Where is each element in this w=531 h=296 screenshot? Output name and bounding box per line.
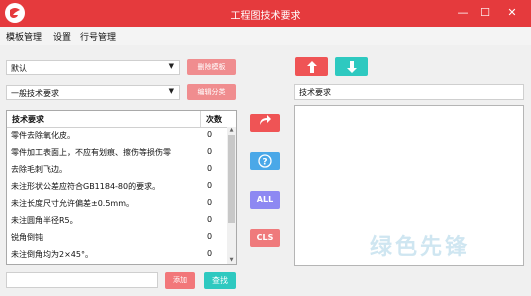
close-button[interactable]: ✕ xyxy=(504,5,520,21)
chevron-down-icon: ▼ xyxy=(168,62,174,70)
template-select-value: 默认 xyxy=(11,64,27,73)
menu-settings[interactable]: 设置 xyxy=(53,30,71,43)
row-requirement: 未注圆角半径R5。 xyxy=(11,216,78,225)
row-requirement: 零件去除氧化皮。 xyxy=(11,131,75,140)
row-requirement: 未注长度尺寸允许偏差±0.5mm。 xyxy=(11,199,135,208)
header-requirement: 技术要求 xyxy=(12,115,44,124)
requirements-table: 技术要求 次数 零件去除氧化皮。 0 零件加工表面上，不应有划痕、擦伤等损伤零 … xyxy=(6,110,237,265)
row-count: 0 xyxy=(207,147,213,156)
delete-template-button[interactable]: 删除模板 xyxy=(187,59,236,75)
table-row[interactable]: 锐角倒钝 0 xyxy=(7,230,227,245)
template-select[interactable]: 默认 ▼ xyxy=(6,60,180,75)
table-row[interactable]: 未注倒角均为2×45°。 0 xyxy=(7,247,227,262)
scroll-down-icon[interactable]: ▼ xyxy=(227,257,236,264)
question-icon: ? xyxy=(258,154,272,170)
move-up-button[interactable] xyxy=(295,57,328,76)
help-button[interactable]: ? xyxy=(250,152,280,170)
insert-button[interactable] xyxy=(250,114,280,132)
category-select-value: 一般技术要求 xyxy=(11,89,59,98)
heading-field-value: 技术要求 xyxy=(299,88,331,97)
row-count: 0 xyxy=(207,181,213,190)
title-bar: 工程图技术要求 — ☐ ✕ xyxy=(0,0,531,27)
heading-field[interactable]: 技术要求 xyxy=(294,84,524,100)
maximize-button[interactable]: ☐ xyxy=(477,5,493,21)
move-down-button[interactable] xyxy=(335,57,368,76)
menu-template-management[interactable]: 模板管理 xyxy=(6,30,42,43)
table-scrollbar[interactable]: ▲ ▼ xyxy=(227,127,236,264)
minimize-button[interactable]: — xyxy=(455,5,471,21)
find-button[interactable]: 查找 xyxy=(204,272,236,289)
row-requirement: 未注倒角均为2×45°。 xyxy=(11,250,93,259)
table-row[interactable]: 零件加工表面上，不应有划痕、擦伤等损伤零 0 xyxy=(7,145,227,160)
row-count: 0 xyxy=(207,232,213,241)
arrow-redo-icon xyxy=(258,115,272,128)
row-count: 0 xyxy=(207,215,213,224)
table-row[interactable]: 未注形状公差应符合GB1184-80的要求。 0 xyxy=(7,179,227,194)
all-button[interactable]: ALL xyxy=(250,191,280,209)
edit-category-button[interactable]: 编辑分类 xyxy=(187,84,236,100)
cls-button[interactable]: CLS xyxy=(250,229,280,247)
arrow-up-icon xyxy=(306,61,318,77)
row-count: 0 xyxy=(207,164,213,173)
svg-text:?: ? xyxy=(262,158,267,168)
table-row[interactable]: 去除毛刺飞边。 0 xyxy=(7,162,227,177)
row-count: 0 xyxy=(207,249,213,258)
row-count: 0 xyxy=(207,198,213,207)
row-count: 0 xyxy=(207,130,213,139)
chevron-down-icon: ▼ xyxy=(168,87,174,95)
menu-line-number-management[interactable]: 行号管理 xyxy=(80,30,116,43)
watermark: 绿色先锋 xyxy=(370,235,471,260)
arrow-down-icon xyxy=(346,61,358,76)
search-input[interactable] xyxy=(6,272,158,288)
scroll-up-icon[interactable]: ▲ xyxy=(227,127,236,135)
table-row[interactable]: 未注圆角半径R5。 0 xyxy=(7,213,227,228)
category-select[interactable]: 一般技术要求 ▼ xyxy=(6,85,180,100)
table-header: 技术要求 次数 xyxy=(7,111,236,128)
table-row[interactable]: 零件去除氧化皮。 0 xyxy=(7,128,227,143)
row-requirement: 零件加工表面上，不应有划痕、擦伤等损伤零 xyxy=(11,148,171,157)
add-button[interactable]: 添加 xyxy=(165,272,195,289)
table-row[interactable]: 未注长度尺寸允许偏差±0.5mm。 0 xyxy=(7,196,227,211)
window-title: 工程图技术要求 xyxy=(230,11,301,22)
scroll-thumb[interactable] xyxy=(228,135,235,223)
row-requirement: 未注形状公差应符合GB1184-80的要求。 xyxy=(11,182,161,191)
header-count: 次数 xyxy=(206,115,222,124)
menu-bar: 模板管理 设置 行号管理 xyxy=(0,27,531,45)
row-requirement: 锐角倒钝 xyxy=(11,233,43,242)
row-requirement: 去除毛刺飞边。 xyxy=(11,165,67,174)
